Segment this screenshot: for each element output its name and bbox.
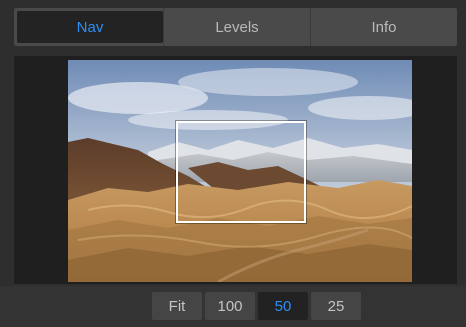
tab-nav[interactable]: Nav bbox=[17, 11, 163, 43]
tab-levels[interactable]: Levels bbox=[163, 8, 310, 46]
navigator-thumbnail[interactable] bbox=[68, 60, 412, 282]
navigator-view-rectangle[interactable] bbox=[176, 121, 306, 223]
tab-info[interactable]: Info bbox=[310, 8, 457, 46]
zoom-bar: Fit 100 50 25 bbox=[0, 286, 466, 327]
zoom-50-button[interactable]: 50 bbox=[258, 292, 308, 320]
navigator-viewer bbox=[14, 56, 457, 284]
zoom-100-button[interactable]: 100 bbox=[205, 292, 255, 320]
zoom-fit-button[interactable]: Fit bbox=[152, 292, 202, 320]
zoom-25-button[interactable]: 25 bbox=[311, 292, 361, 320]
panel-tab-bar: Nav Levels Info bbox=[14, 8, 457, 46]
navigator-panel: Nav Levels Info Fit 100 50 25 bbox=[0, 0, 466, 327]
zoom-options: Fit 100 50 25 bbox=[152, 292, 361, 320]
